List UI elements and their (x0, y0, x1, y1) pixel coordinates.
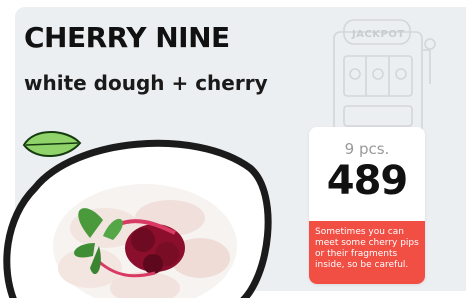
slot-machine-label: JACKPOT (352, 29, 405, 40)
product-title: CHERRY NINE (24, 21, 230, 54)
quantity-label: 9 pcs. (344, 140, 390, 158)
price-value: 489 (326, 158, 409, 204)
leaf-icon (22, 131, 82, 158)
product-subtitle: white dough + cherry (24, 71, 268, 95)
warning-text: Sometimes you can meet some cherry pips … (309, 221, 425, 284)
price-card: 9 pcs. 489 Sometimes you can meet some c… (309, 127, 425, 284)
